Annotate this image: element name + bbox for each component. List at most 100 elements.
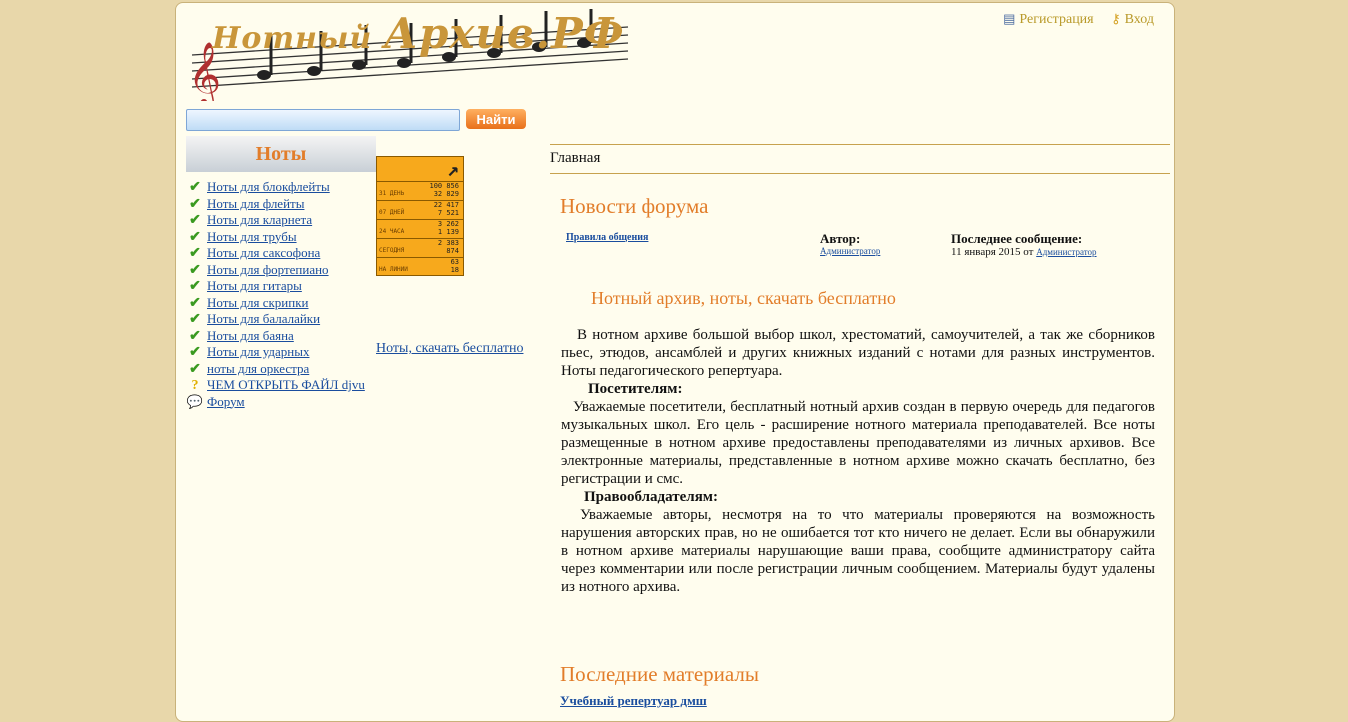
forum-news-title: Новости форума <box>560 194 709 218</box>
counter-row: НА ЛИНИИ 63 18 <box>377 257 463 277</box>
sidebar-title: Ноты <box>186 136 376 172</box>
article-paragraph: Уважаемые посетители, бесплатный нотный … <box>561 399 1155 487</box>
login-link[interactable]: ⚷ Вход <box>1111 11 1154 27</box>
counter-value: 7 521 <box>437 209 459 217</box>
sidebar-item-label[interactable]: Ноты для трубы <box>207 229 297 244</box>
register-label: Регистрация <box>1019 12 1094 27</box>
counter-row: 07 ДНЕЙ 22 417 7 521 <box>377 200 463 220</box>
page-container: 𝄞 Нотный Архив.РФ ▤ Регистрация ⚷ Вход Най… <box>175 2 1175 722</box>
counter-row: 24 ЧАСА 3 262 1 139 <box>377 219 463 239</box>
last-message-label: Последнее сообщение: <box>951 231 1083 246</box>
sidebar-item-djvu[interactable]: ? ЧЕМ ОТКРЫТЬ ФАЙЛ djvu <box>186 377 365 394</box>
sidebar-item-clarinet[interactable]: ✔ Ноты для кларнета <box>186 212 365 229</box>
sidebar-menu: ✔ Ноты для блокфлейты ✔ Ноты для флейты ✔ Н… <box>186 179 365 410</box>
author-label: Автор: <box>820 231 861 246</box>
check-icon: ✔ <box>189 246 201 261</box>
chat-bubbles-icon: 💬 <box>186 393 204 409</box>
login-label: Вход <box>1124 12 1154 27</box>
check-icon: ✔ <box>189 262 201 278</box>
latest-material-link[interactable]: Учебный репертуар дмш <box>560 693 707 709</box>
sidebar-item-label[interactable]: Ноты для баяна <box>207 328 294 343</box>
logo-word-2: Архив.РФ <box>383 9 625 58</box>
check-icon: ✔ <box>189 213 201 228</box>
breadcrumb[interactable]: Главная <box>550 150 600 167</box>
counter-label: 07 ДНЕЙ <box>379 209 405 216</box>
counter-value: 2 383 <box>437 239 459 247</box>
counter-value: 100 856 <box>429 182 459 190</box>
search-input[interactable] <box>186 109 460 131</box>
counter-label: НА ЛИНИИ <box>379 266 408 273</box>
logo-text: Нотный Архив.РФ <box>212 9 625 58</box>
counter-value: 18 <box>450 266 459 274</box>
visitors-heading: Посетителям: <box>588 381 683 397</box>
sidebar-item-label[interactable]: Ноты для ударных <box>207 344 309 359</box>
sidebar-item-flute[interactable]: ✔ Ноты для флейты <box>186 196 365 213</box>
counter-value: 1 139 <box>437 228 459 236</box>
sidebar-item-piano[interactable]: ✔ Ноты для фортепиано <box>186 262 365 279</box>
last-message-date: 11 января 2015 от <box>951 246 1034 258</box>
latest-materials-title: Последние материалы <box>560 662 760 686</box>
sidebar-item-recorder[interactable]: ✔ Ноты для блокфлейты <box>186 179 365 196</box>
free-download-link[interactable]: Ноты, скачать бесплатно <box>376 341 523 357</box>
sidebar-item-guitar[interactable]: ✔ Ноты для гитары <box>186 278 365 295</box>
author-link[interactable]: Администратор <box>820 246 880 256</box>
check-icon: ✔ <box>189 279 201 294</box>
check-icon: ✔ <box>189 361 201 377</box>
divider <box>550 173 1170 174</box>
check-icon: ✔ <box>189 180 201 195</box>
sidebar-item-label[interactable]: ЧЕМ ОТКРЫТЬ ФАЙЛ djvu <box>207 377 365 392</box>
site-logo[interactable]: 𝄞 Нотный Архив.РФ <box>184 5 630 109</box>
sidebar-item-saxophone[interactable]: ✔ Ноты для саксофона <box>186 245 365 262</box>
counter-label: 24 ЧАСА <box>379 228 405 235</box>
counter-label: 31 ДЕНЬ <box>379 190 405 197</box>
article-paragraph: В нотном архиве большой выбор школ, хрес… <box>561 327 1155 379</box>
check-icon: ✔ <box>189 196 201 212</box>
rightholders-heading: Правообладателям: <box>584 489 719 505</box>
check-icon: ✔ <box>189 295 201 311</box>
counter-value: 22 417 <box>433 201 459 209</box>
sidebar-item-orchestra[interactable]: ✔ ноты для оркестра <box>186 361 365 378</box>
sidebar-item-violin[interactable]: ✔ Ноты для скрипки <box>186 295 365 312</box>
last-message-info: 11 января 2015 от Администратор <box>951 246 1097 258</box>
key-icon: ⚷ <box>1111 11 1121 26</box>
counter-value: 3 262 <box>437 220 459 228</box>
sidebar-item-label[interactable]: ноты для оркестра <box>207 361 309 376</box>
arrow-up-right-icon: ↗ <box>446 157 459 181</box>
sidebar-item-label[interactable]: Ноты для кларнета <box>207 212 312 227</box>
counter-row: СЕГОДНЯ 2 383 874 <box>377 238 463 258</box>
sidebar-item-label[interactable]: Ноты для балалайки <box>207 311 320 326</box>
last-message-author-link[interactable]: Администратор <box>1036 247 1096 257</box>
forum-rules-link[interactable]: Правила общения <box>566 232 648 243</box>
sidebar-item-label[interactable]: Ноты для скрипки <box>207 295 309 310</box>
divider <box>550 144 1170 145</box>
sidebar-item-forum[interactable]: 💬 Форум <box>186 394 365 411</box>
search-button[interactable]: Найти <box>466 109 526 129</box>
register-link[interactable]: ▤ Регистрация <box>1003 11 1094 27</box>
sidebar-item-bayan[interactable]: ✔ Ноты для баяна <box>186 328 365 345</box>
article-title: Нотный архив, ноты, скачать бесплатно <box>591 288 896 308</box>
check-icon: ✔ <box>189 229 201 245</box>
counter-value: 32 829 <box>433 190 459 198</box>
id-card-icon: ▤ <box>1003 11 1016 26</box>
sidebar-item-percussion[interactable]: ✔ Ноты для ударных <box>186 344 365 361</box>
counter-label: СЕГОДНЯ <box>379 247 405 254</box>
logo-word-1: Нотный <box>212 21 373 56</box>
sidebar-item-label[interactable]: Ноты для гитары <box>207 278 302 293</box>
check-icon: ✔ <box>189 312 201 327</box>
sidebar-item-label[interactable]: Ноты для блокфлейты <box>207 179 330 194</box>
article-paragraph: Уважаемые авторы, несмотря на то что мат… <box>561 507 1155 595</box>
sidebar-item-label[interactable]: Форум <box>207 394 245 409</box>
counter-row: 31 ДЕНЬ 100 856 32 829 <box>377 181 463 201</box>
check-icon: ✔ <box>189 345 201 360</box>
top-nav: ▤ Регистрация ⚷ Вход <box>1003 11 1154 28</box>
sidebar-item-label[interactable]: Ноты для фортепиано <box>207 262 329 277</box>
question-icon: ? <box>191 378 199 393</box>
sidebar-item-label[interactable]: Ноты для флейты <box>207 196 304 211</box>
visitor-counter[interactable]: ↗ 31 ДЕНЬ 100 856 32 829 07 ДНЕЙ 22 417 … <box>376 156 464 276</box>
counter-value: 874 <box>446 247 459 255</box>
article-body: В нотном архиве большой выбор школ, хрес… <box>561 326 1155 596</box>
sidebar-item-trumpet[interactable]: ✔ Ноты для трубы <box>186 229 365 246</box>
sidebar-item-balalaika[interactable]: ✔ Ноты для балалайки <box>186 311 365 328</box>
sidebar-item-label[interactable]: Ноты для саксофона <box>207 245 320 260</box>
counter-value: 63 <box>450 258 459 266</box>
